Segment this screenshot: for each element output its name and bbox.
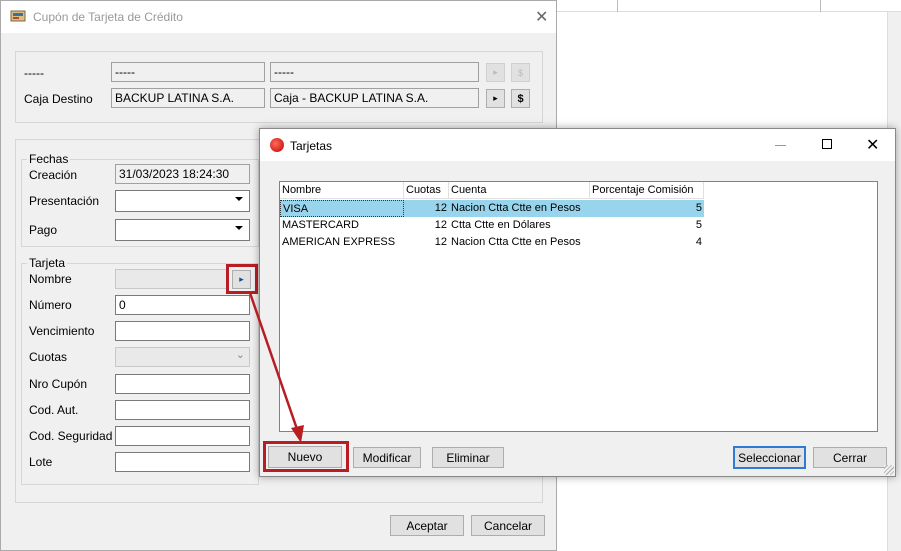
annotation-arrow <box>248 292 304 443</box>
annotation-arrow-head <box>291 425 304 443</box>
annotation-arrow-line <box>248 292 300 433</box>
